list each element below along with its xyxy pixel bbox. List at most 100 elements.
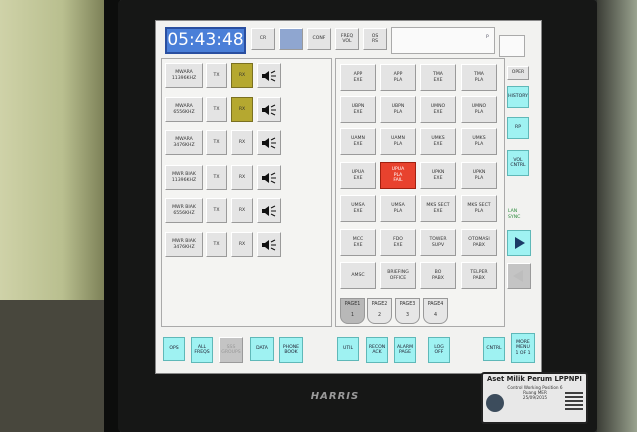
- phone-line-button[interactable]: MCC EXE: [340, 229, 376, 256]
- rx-button[interactable]: RX: [231, 198, 253, 223]
- tx-button[interactable]: TX: [206, 97, 227, 122]
- phone-line-button[interactable]: UMSA EXE: [340, 195, 376, 222]
- phone-line-button[interactable]: BRIEFING OFFICE: [380, 262, 416, 289]
- radio-frequency-label[interactable]: MWARA 3476KHZ: [165, 130, 203, 155]
- qr-code-icon: [565, 392, 583, 410]
- speaker-button[interactable]: [257, 165, 281, 190]
- prev-page-button[interactable]: [507, 263, 531, 289]
- rx-button[interactable]: RX: [231, 130, 253, 155]
- alarm-page-button[interactable]: ALARM PAGE: [394, 337, 416, 363]
- next-page-button[interactable]: [507, 230, 531, 256]
- cntrl-button[interactable]: CNTRL: [483, 337, 505, 361]
- util-button[interactable]: UTIL: [337, 337, 359, 361]
- page-tab-label: PAGE3: [399, 302, 416, 307]
- phone-line-button[interactable]: OTOMASI PABX: [461, 229, 497, 256]
- speaker-icon: [262, 205, 276, 216]
- history-button[interactable]: HISTORY: [507, 86, 529, 108]
- radio-frequency-label[interactable]: MWARA 6556KHZ: [165, 97, 203, 122]
- phone-line-button[interactable]: UPUA PLA FAIL: [380, 162, 416, 189]
- speaker-icon: [262, 104, 276, 115]
- background-desk: [0, 300, 104, 432]
- page-tab[interactable]: PAGE4 4: [423, 298, 448, 324]
- sticker-title: Aset Milik Perum LPPNPI: [487, 375, 582, 383]
- phone-line-button[interactable]: UPKN EXE: [420, 162, 456, 189]
- rp-button[interactable]: RP: [507, 117, 529, 139]
- speaker-button[interactable]: [257, 63, 281, 88]
- phone-line-button[interactable]: UBPN PLA: [380, 96, 416, 123]
- phone-line-button[interactable]: UMSA PLA: [380, 195, 416, 222]
- top-blank-button[interactable]: [279, 28, 303, 50]
- phone-line-button[interactable]: UAMN PLA: [380, 128, 416, 155]
- tx-button[interactable]: TX: [206, 130, 227, 155]
- more-menu-button[interactable]: MORE MENU 1 OF 1: [511, 333, 535, 363]
- phone-line-button[interactable]: APP EXE: [340, 64, 376, 91]
- brand-logo: HARRIS: [310, 391, 360, 402]
- indicator-label: P: [486, 35, 489, 40]
- sticker-line-date: 25/09/2015: [522, 395, 548, 400]
- radio-frequency-label[interactable]: MWR BIAK 11396KHZ: [165, 165, 203, 190]
- phone-line-button[interactable]: UAMN EXE: [340, 128, 376, 155]
- phone-line-button[interactable]: MKS SECT EXE: [420, 195, 456, 222]
- rx-button[interactable]: RX: [231, 63, 253, 88]
- os-rs-button[interactable]: OS RS: [363, 28, 387, 50]
- cr-button[interactable]: CR: [251, 28, 275, 50]
- page-tab-number: 3: [405, 313, 410, 318]
- arrow-left-icon: [513, 270, 523, 282]
- speaker-button[interactable]: [257, 97, 281, 122]
- vol-cntl-button[interactable]: VOL CNTRL: [507, 150, 529, 176]
- speaker-icon: [262, 137, 276, 148]
- phone-line-button[interactable]: UMNO EXE: [420, 96, 456, 123]
- rx-button[interactable]: RX: [231, 97, 253, 122]
- radio-frequency-label[interactable]: MWR BIAK 3476KHZ: [165, 232, 203, 257]
- speaker-button[interactable]: [257, 130, 281, 155]
- phone-line-button[interactable]: UMKS EXE: [420, 128, 456, 155]
- phone-line-button[interactable]: TELPER PABX: [461, 262, 497, 289]
- page-tab[interactable]: PAGE2 2: [367, 298, 392, 324]
- radio-frequency-label[interactable]: MWARA 11396KHZ: [165, 63, 203, 88]
- log-off-button[interactable]: LOG OFF: [428, 337, 450, 363]
- oper-button[interactable]: OPER: [507, 66, 529, 80]
- phone-line-button[interactable]: UBPN EXE: [340, 96, 376, 123]
- page-tab[interactable]: PAGE1 1: [340, 298, 365, 324]
- speaker-icon: [262, 172, 276, 183]
- groups-button-disabled[interactable]: SSS GROUPS: [219, 337, 243, 363]
- arrow-right-icon: [515, 237, 525, 249]
- speaker-button[interactable]: [257, 198, 281, 223]
- phone-line-button[interactable]: FDO EXE: [380, 229, 416, 256]
- tx-button[interactable]: TX: [206, 165, 227, 190]
- freq-vol-button[interactable]: FREQ VOL: [335, 28, 359, 50]
- page-tab[interactable]: PAGE3 3: [395, 298, 420, 324]
- recon-ack-button[interactable]: RECON ACK: [366, 337, 388, 363]
- phone-line-button[interactable]: UMKS PLA: [461, 128, 497, 155]
- phone-line-button[interactable]: AMSC: [340, 262, 376, 289]
- phone-line-button[interactable]: MKS SECT PLA: [461, 195, 497, 222]
- phone-line-button[interactable]: APP PLA: [380, 64, 416, 91]
- phone-line-button[interactable]: TMA PLA: [461, 64, 497, 91]
- phone-line-button[interactable]: TMA EXE: [420, 64, 456, 91]
- status-box: [499, 35, 525, 57]
- company-logo-icon: [486, 394, 504, 412]
- rx-button[interactable]: RX: [231, 165, 253, 190]
- page-tab-label: PAGE4: [427, 302, 444, 307]
- data-button[interactable]: DATA: [250, 337, 274, 361]
- background-wall-right: [597, 0, 637, 432]
- page-tab-number: 2: [377, 313, 382, 318]
- phone-line-button[interactable]: UPUA EXE: [340, 162, 376, 189]
- clock-display: 05:43:48: [165, 27, 246, 54]
- speaker-button[interactable]: [257, 232, 281, 257]
- all-freqs-button[interactable]: ALL FREQS: [191, 337, 213, 363]
- page-tab-label: PAGE2: [371, 302, 388, 307]
- tx-button[interactable]: TX: [206, 63, 227, 88]
- phone-line-button[interactable]: UPKN PLA: [461, 162, 497, 189]
- page-tab-label: PAGE1: [344, 302, 361, 307]
- conf-button[interactable]: CONF: [307, 28, 331, 50]
- rx-button[interactable]: RX: [231, 232, 253, 257]
- phone-line-button[interactable]: TOWER SUPV: [420, 229, 456, 256]
- phone-line-button[interactable]: BO PABX: [420, 262, 456, 289]
- phone-book-button[interactable]: PHONE BOOK: [279, 337, 303, 363]
- radio-frequency-label[interactable]: MWR BIAK 6556KHZ: [165, 198, 203, 223]
- tx-button[interactable]: TX: [206, 232, 227, 257]
- phone-line-button[interactable]: UMNO PLA: [461, 96, 497, 123]
- tx-button[interactable]: TX: [206, 198, 227, 223]
- ops-button[interactable]: OPS: [163, 337, 185, 361]
